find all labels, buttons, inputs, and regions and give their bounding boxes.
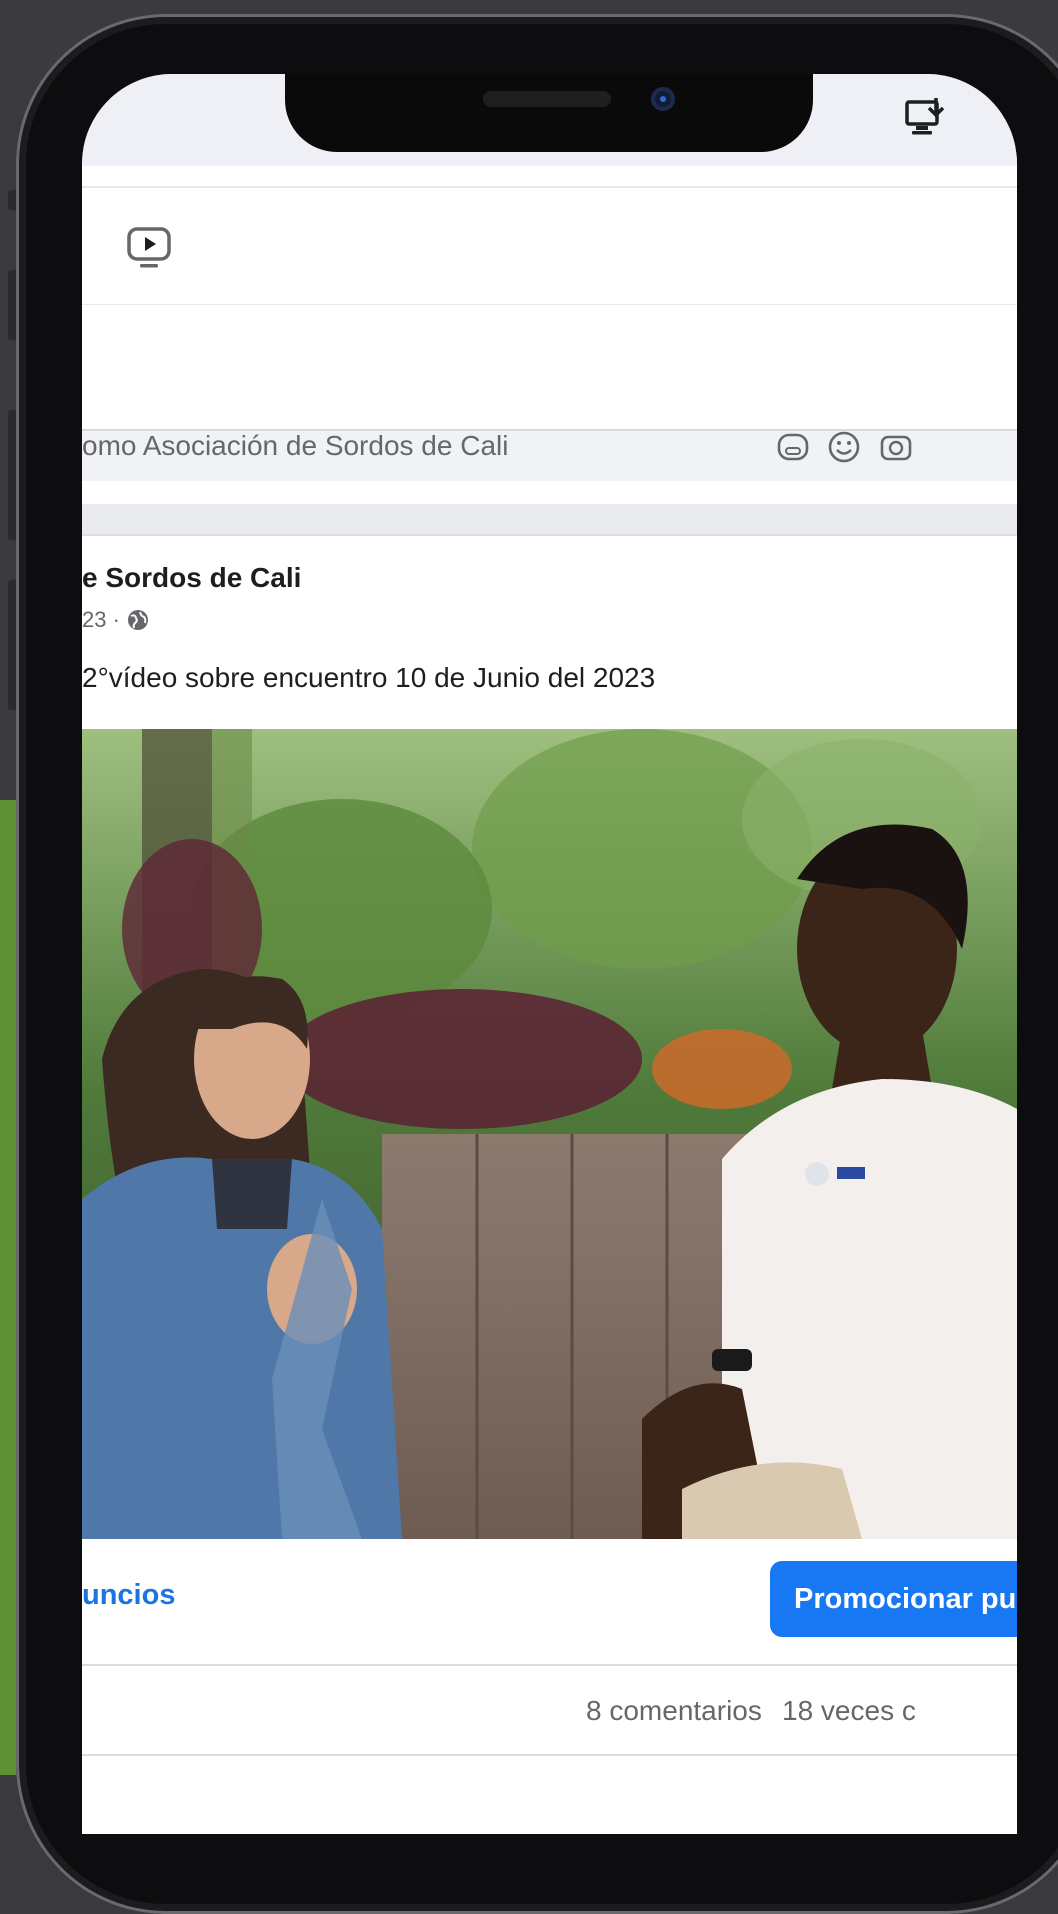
post-stats: 8 comentarios 18 veces c bbox=[82, 1669, 1017, 1749]
gif-icon[interactable] bbox=[776, 430, 810, 464]
phone-speaker bbox=[483, 91, 611, 107]
phone-notch bbox=[285, 74, 813, 152]
stats-divider bbox=[82, 1754, 1017, 1756]
video-frame[interactable] bbox=[82, 729, 1017, 1539]
watch-video-icon[interactable] bbox=[126, 226, 172, 270]
emoji-icon[interactable] bbox=[827, 430, 861, 464]
phone-front-camera bbox=[651, 87, 675, 111]
top-navigation-bar bbox=[82, 186, 1017, 307]
phone-screen: omo Asociación de Sordos de Cali e Sordo… bbox=[82, 74, 1017, 1834]
shares-count[interactable]: 18 veces c bbox=[782, 1695, 916, 1727]
ads-link[interactable]: uncios bbox=[82, 1579, 175, 1612]
composer-placeholder[interactable]: omo Asociación de Sordos de Cali bbox=[82, 430, 508, 462]
post-caption: 2°vídeo sobre encuentro 10 de Junio del … bbox=[82, 662, 656, 693]
post-date[interactable]: 23 · bbox=[82, 607, 120, 633]
post-author-name[interactable]: e Sordos de Cali bbox=[82, 562, 301, 594]
feed-separator bbox=[82, 504, 1017, 536]
comments-count[interactable]: 8 comentarios bbox=[586, 1695, 762, 1727]
promote-post-button[interactable]: Promocionar pu bbox=[770, 1561, 1017, 1637]
camera-icon[interactable] bbox=[879, 430, 913, 464]
globe-icon bbox=[127, 610, 148, 630]
post-meta: 23 · bbox=[82, 607, 150, 633]
download-to-computer-icon[interactable] bbox=[904, 96, 948, 140]
